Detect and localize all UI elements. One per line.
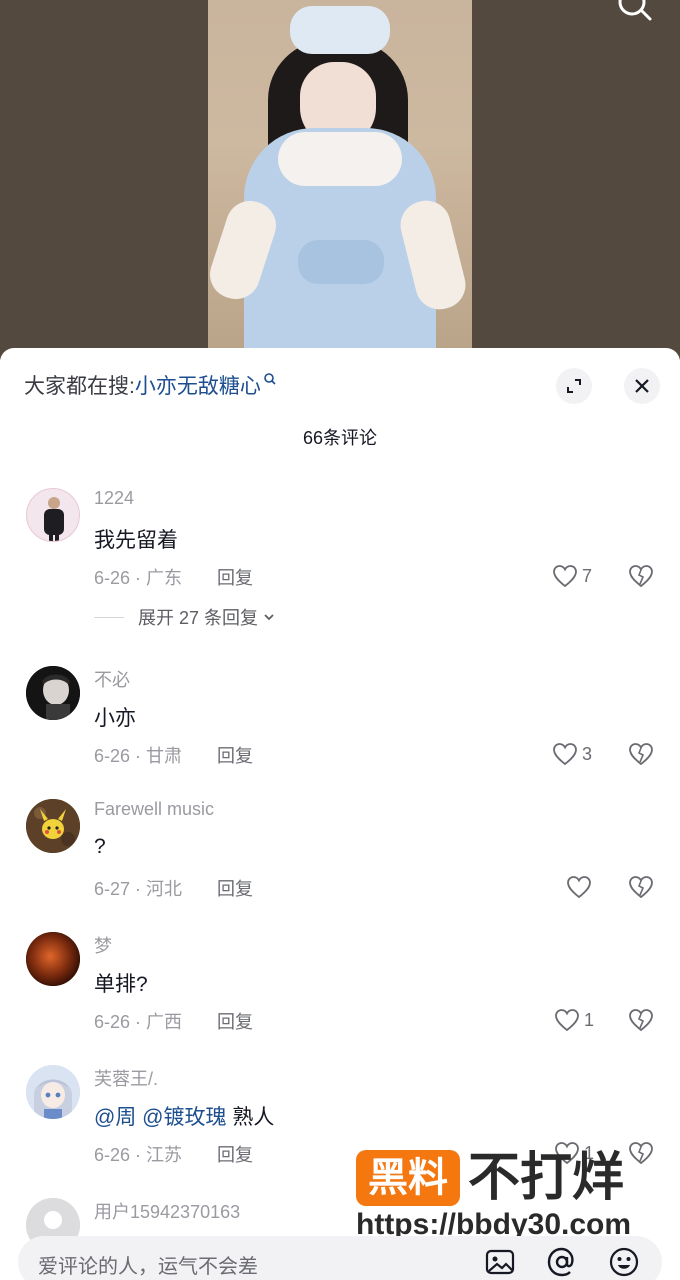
heart-icon [567, 876, 591, 899]
mini-search-icon [264, 373, 276, 385]
broken-heart-icon[interactable] [627, 873, 655, 901]
comment-text: 我先留着 [94, 529, 178, 552]
expand-sheet-button[interactable] [556, 368, 592, 404]
trending-search-prefix: 大家都在搜: [24, 375, 135, 398]
avatar[interactable] [26, 932, 80, 986]
reply-button[interactable]: 回复 [217, 742, 253, 768]
avatar-portrait-image [26, 666, 80, 720]
comment-count: 66条评论 [302, 428, 378, 448]
avatar[interactable] [26, 666, 80, 720]
like-button[interactable]: 3 [552, 740, 592, 768]
sheet-header: 大家都在搜:小亦无敌糖心 [0, 348, 680, 422]
watermark-word: 不打烊 [468, 1149, 625, 1207]
reply-button[interactable]: 回复 [217, 875, 253, 901]
comment-item: 1224 我先留着 6-26 · 广东 回复 7 展开 27 条回复 [0, 488, 680, 628]
video-player[interactable] [0, 0, 680, 360]
comment-username[interactable]: 1224 [94, 488, 134, 509]
comment-input-placeholder: 爱评论的人，运气不会差 [38, 1256, 258, 1278]
chevron-down-icon [264, 614, 274, 621]
avatar[interactable] [26, 1065, 80, 1119]
emoji-icon[interactable] [608, 1246, 640, 1278]
trending-search-keyword[interactable]: 小亦无敌糖心 [135, 375, 261, 398]
avatar-pikachu-image [26, 799, 80, 853]
video-figure-headbow [290, 6, 390, 54]
mention-link[interactable]: @周 [94, 1106, 136, 1129]
close-sheet-button[interactable] [624, 368, 660, 404]
video-frame [208, 0, 472, 360]
comment-username[interactable]: 芙蓉王/. [94, 1065, 158, 1091]
comment-date-location: 6-26 · 甘肃 [94, 746, 183, 766]
comment-item: Farewell music ? 6-27 · 河北 回复 [0, 799, 680, 931]
mention-link[interactable]: @镀玫瑰 [142, 1106, 226, 1129]
expand-divider [94, 616, 124, 618]
reply-button[interactable]: 回复 [217, 564, 253, 590]
watermark: 黑料 不打烊 https://bbdy30.com [356, 1146, 656, 1246]
reply-button[interactable]: 回复 [217, 1008, 253, 1034]
comment-username[interactable]: 不必 [94, 666, 130, 692]
comment-text: ? [94, 835, 106, 858]
comment-text: 单排? [94, 973, 148, 996]
heart-icon [553, 743, 577, 766]
search-icon[interactable] [618, 0, 654, 22]
like-count: 3 [582, 743, 593, 764]
avatar-anime-image [26, 1065, 80, 1119]
comment-text: 小亦 [94, 707, 136, 730]
trending-search[interactable]: 大家都在搜:小亦无敌糖心 [24, 370, 277, 400]
reply-button[interactable]: 回复 [217, 1141, 253, 1167]
comment-sheet: 大家都在搜:小亦无敌糖心 66条评论 1224 我先留着 6-26 · 广东 回… [0, 348, 680, 1280]
comment-date-location: 6-26 · 江苏 [94, 1145, 183, 1165]
heart-icon [553, 565, 577, 588]
broken-heart-icon[interactable] [627, 562, 655, 590]
heart-icon [555, 1009, 579, 1032]
like-button[interactable]: 7 [552, 562, 592, 590]
comment-username[interactable]: 梦 [94, 932, 112, 958]
comment-date-location: 6-27 · 河北 [94, 879, 183, 899]
video-figure-dress-bow [298, 240, 384, 284]
comment-date-location: 6-26 · 广东 [94, 568, 183, 588]
like-button[interactable]: 1 [554, 1006, 594, 1034]
like-button[interactable] [566, 873, 596, 901]
avatar-dark-image [26, 932, 80, 986]
like-count: 1 [584, 1009, 595, 1030]
comment-input[interactable]: 爱评论的人，运气不会差 [18, 1236, 662, 1280]
avatar[interactable] [26, 799, 80, 853]
close-icon [635, 379, 649, 393]
at-mention-icon[interactable] [546, 1246, 578, 1278]
expand-icon [567, 379, 581, 393]
comment-text-tail: 熟人 [232, 1106, 275, 1129]
comment-date-location: 6-26 · 广西 [94, 1012, 183, 1032]
like-count: 7 [582, 565, 593, 586]
expand-replies-button[interactable]: 展开 27 条回复 [94, 604, 276, 630]
avatar-person-image [44, 497, 64, 541]
comment-item: 不必 小亦 6-26 · 甘肃 回复 3 [0, 666, 680, 798]
image-icon[interactable] [484, 1246, 516, 1278]
avatar[interactable] [26, 488, 80, 542]
comment-text: @周 @镀玫瑰 熟人 [94, 1101, 274, 1131]
comment-item: 梦 单排? 6-26 · 广西 回复 1 [0, 932, 680, 1064]
video-figure-collar [278, 132, 402, 186]
watermark-badge: 黑料 [356, 1150, 460, 1206]
expand-replies-label: 展开 27 条回复 [138, 608, 259, 628]
broken-heart-icon[interactable] [627, 1006, 655, 1034]
broken-heart-icon[interactable] [627, 740, 655, 768]
comment-username[interactable]: Farewell music [94, 799, 214, 820]
comment-username[interactable]: 用户15942370163 [94, 1198, 240, 1224]
